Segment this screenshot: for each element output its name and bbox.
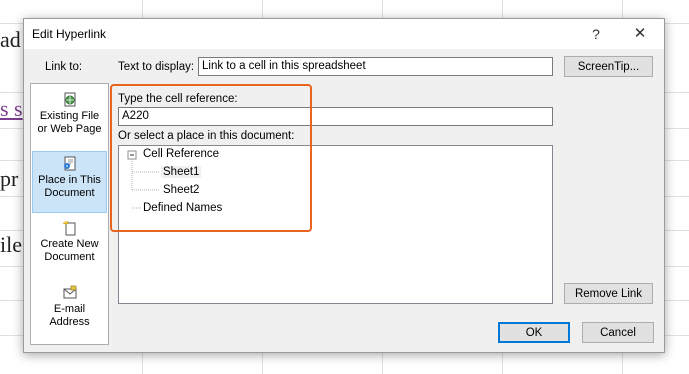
globe-file-icon [64, 92, 75, 107]
link-to-label-line1: Place in This [38, 174, 101, 186]
cell-text: ad [0, 27, 21, 52]
email-icon [63, 285, 76, 299]
link-to-label-line1: Existing File [39, 110, 100, 122]
cell-link-text[interactable]: s s [0, 96, 23, 122]
cell-text: pr [0, 166, 19, 191]
annotation-highlight-box [110, 84, 312, 232]
close-button[interactable]: ✕ [626, 22, 654, 46]
link-to-label-line1: E-mail [53, 303, 86, 315]
dialog-titlebar: Edit Hyperlink ? ✕ [24, 19, 664, 49]
text-to-display-input[interactable]: Link to a cell in this spreadsheet [198, 57, 553, 76]
remove-link-button[interactable]: Remove Link [564, 283, 653, 304]
link-to-label-line2: Address [49, 316, 90, 328]
dialog-title: Edit Hyperlink [32, 27, 107, 41]
link-to-label-line1: Create New [40, 238, 99, 250]
link-to-label-line2: Document [44, 251, 95, 263]
new-document-icon [62, 220, 75, 236]
screentip-button[interactable]: ScreenTip... [564, 56, 653, 77]
help-button[interactable]: ? [582, 22, 610, 46]
link-to-label-line2: Document [44, 187, 95, 199]
link-to-existing-file[interactable]: Existing File or Web Page [32, 88, 107, 150]
ok-button[interactable]: OK [498, 322, 570, 343]
link-to-label: Link to: [45, 61, 83, 73]
link-to-label-line2: or Web Page [37, 123, 102, 135]
link-to-place-in-document[interactable]: Place in This Document [32, 151, 107, 213]
cancel-button[interactable]: Cancel [582, 322, 654, 343]
link-to-panel: Existing File or Web Page Place in This … [30, 83, 109, 345]
text-to-display-label: Text to display: [118, 61, 195, 73]
link-to-email[interactable]: E-mail Address [32, 281, 107, 343]
link-to-create-new[interactable]: Create New Document [32, 216, 107, 278]
cell-text: ile [0, 232, 22, 257]
place-in-document-icon [63, 156, 75, 171]
